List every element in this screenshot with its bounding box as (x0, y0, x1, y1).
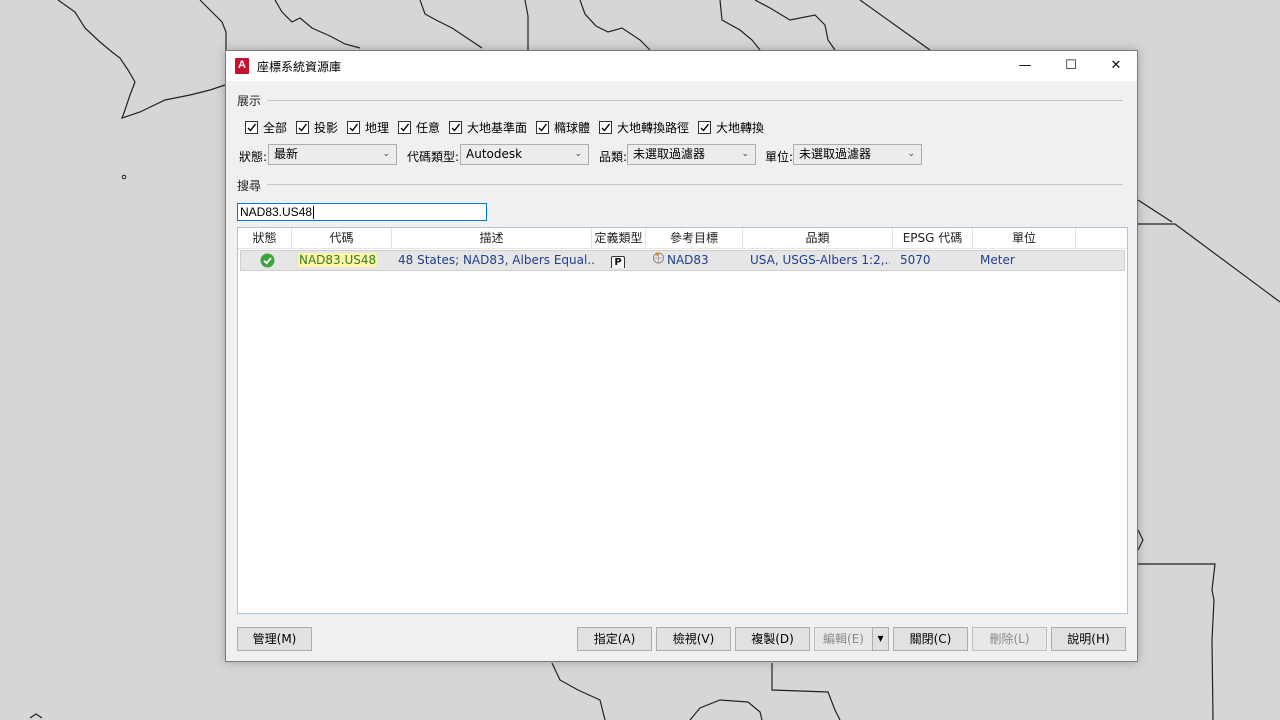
help-button[interactable]: 說明(H) (1051, 627, 1126, 651)
close-icon: ✕ (1110, 58, 1122, 73)
search-group-divider (237, 184, 1123, 185)
chevron-down-icon: ⌄ (382, 149, 390, 159)
row-code-text: NAD83.US48 (298, 253, 378, 267)
column-header-status[interactable]: 狀態 (238, 228, 292, 248)
column-header-reference[interactable]: 參考目標 (646, 228, 743, 248)
coordinate-system-library-dialog: A 座標系統資源庫 — ☐ ✕ 展示 全部 投影 地理 任意 大地基準面 橢球體 (225, 50, 1138, 662)
assign-button[interactable]: 指定(A) (577, 627, 652, 651)
text-caret (313, 206, 315, 220)
filter-label: 任意 (416, 120, 441, 135)
column-header-code[interactable]: 代碼 (292, 228, 392, 248)
edit-dropdown-button[interactable]: ▾ (872, 627, 889, 651)
chevron-down-icon: ⌄ (907, 149, 915, 159)
display-group-divider (237, 100, 1123, 101)
filter-checkbox-ellipsoid[interactable]: 橢球體 (536, 119, 590, 135)
filter-label: 大地轉換 (716, 120, 765, 135)
dialog-title: 座標系統資源庫 (257, 60, 342, 74)
code-type-filter-value: Autodesk (466, 147, 523, 161)
column-header-unit[interactable]: 單位 (973, 228, 1076, 248)
row-description: 48 States; NAD83, Albers Equal... (398, 253, 594, 267)
maximize-button[interactable]: ☐ (1048, 51, 1094, 81)
projected-type-icon: P (611, 256, 625, 268)
column-header-category[interactable]: 品類 (743, 228, 893, 248)
code-type-filter-label: 代碼類型: (407, 150, 460, 164)
search-group-label: 搜尋 (237, 177, 268, 194)
filter-checkbox-projected[interactable]: 投影 (296, 119, 338, 135)
row-reference-text: NAD83 (667, 253, 709, 267)
category-filter-label: 品類: (599, 150, 628, 164)
category-filter-select[interactable]: 未選取過濾器 ⌄ (627, 144, 756, 165)
filter-label: 大地基準面 (467, 120, 528, 135)
checkbox-checked-icon (449, 120, 462, 134)
checkbox-checked-icon (536, 120, 549, 134)
category-filter-value: 未選取過濾器 (633, 147, 706, 161)
filter-checkbox-all[interactable]: 全部 (245, 119, 287, 135)
table-header: 狀態 代碼 描述 定義類型 參考目標 品類 EPSG 代碼 單位 (238, 228, 1127, 249)
column-header-epsg[interactable]: EPSG 代碼 (893, 228, 973, 248)
manage-button[interactable]: 管理(M) (237, 627, 312, 651)
unit-filter-value: 未選取過濾器 (799, 147, 872, 161)
minimize-button[interactable]: — (1002, 51, 1048, 81)
filter-label: 投影 (314, 120, 339, 135)
filter-label: 橢球體 (554, 120, 591, 135)
check-circle-icon (260, 253, 275, 272)
title-bar[interactable]: A 座標系統資源庫 — ☐ ✕ (226, 51, 1137, 81)
row-epsg: 5070 (900, 253, 931, 267)
caret-down-icon: ▾ (877, 631, 884, 645)
filter-label: 全部 (263, 120, 288, 135)
maximize-icon: ☐ (1065, 58, 1077, 73)
definition-type-badge: P (611, 254, 625, 268)
status-filter-label: 狀態: (239, 150, 268, 164)
autocad-app-icon: A (235, 58, 249, 74)
table-row[interactable]: NAD83.US48 48 States; NAD83, Albers Equa… (240, 250, 1125, 271)
checkbox-checked-icon (296, 120, 309, 134)
row-code: NAD83.US48 (298, 251, 378, 270)
row-reference: NAD83 (652, 251, 709, 270)
chevron-down-icon: ⌄ (574, 149, 582, 159)
copy-button[interactable]: 複製(D) (735, 627, 810, 651)
checkbox-checked-icon (347, 120, 360, 134)
row-category: USA, USGS-Albers 1:2,... (750, 253, 890, 267)
close-button[interactable]: 關閉(C) (893, 627, 968, 651)
column-header-description[interactable]: 描述 (392, 228, 592, 248)
filter-label: 地理 (365, 120, 390, 135)
checkbox-checked-icon (245, 120, 258, 134)
column-header-definition-type[interactable]: 定義類型 (592, 228, 646, 248)
chevron-down-icon: ⌄ (741, 149, 749, 159)
filter-checkbox-transform[interactable]: 大地轉換 (698, 119, 764, 135)
delete-button[interactable]: 刪除(L) (972, 627, 1047, 651)
filter-checkbox-datum[interactable]: 大地基準面 (449, 119, 527, 135)
coordinate-system-table[interactable]: 狀態 代碼 描述 定義類型 參考目標 品類 EPSG 代碼 單位 NAD83.U… (237, 227, 1128, 614)
row-unit: Meter (980, 253, 1015, 267)
unit-filter-select[interactable]: 未選取過濾器 ⌄ (793, 144, 922, 165)
checkbox-checked-icon (698, 120, 711, 134)
status-filter-value: 最新 (274, 147, 299, 161)
filter-checkbox-geographic[interactable]: 地理 (347, 119, 389, 135)
minimize-icon: — (1018, 58, 1032, 73)
search-input[interactable]: NAD83.US48 (237, 203, 487, 221)
status-filter-select[interactable]: 最新 ⌄ (268, 144, 397, 165)
filter-label: 大地轉換路徑 (617, 120, 690, 135)
display-group-label: 展示 (237, 92, 268, 109)
unit-filter-label: 單位: (765, 150, 794, 164)
checkbox-checked-icon (599, 120, 612, 134)
view-button[interactable]: 檢視(V) (656, 627, 731, 651)
filter-checkbox-arbitrary[interactable]: 任意 (398, 119, 440, 135)
search-input-value: NAD83.US48 (240, 205, 313, 219)
checkbox-checked-icon (398, 120, 411, 134)
edit-button[interactable]: 編輯(E) (814, 627, 873, 651)
code-type-filter-select[interactable]: Autodesk ⌄ (460, 144, 589, 165)
filter-checkbox-transform-path[interactable]: 大地轉換路徑 (599, 119, 689, 135)
close-window-button[interactable]: ✕ (1093, 51, 1139, 81)
datum-icon (652, 251, 665, 270)
